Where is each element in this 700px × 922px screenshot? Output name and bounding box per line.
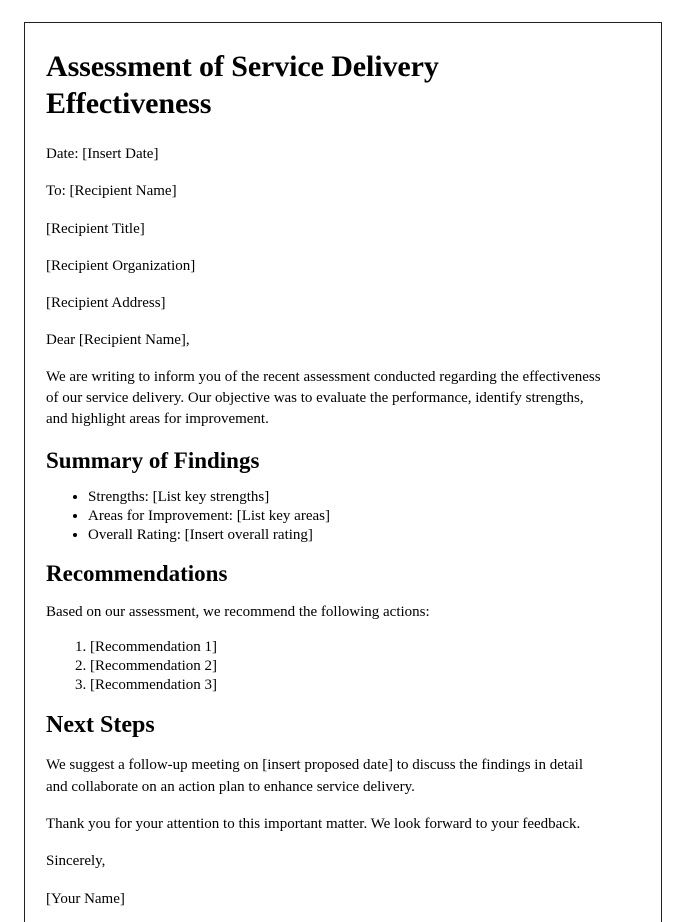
recipient-title: [Recipient Title] bbox=[46, 220, 145, 237]
page-title: Assessment of Service Delivery Effective… bbox=[46, 50, 439, 120]
list-item: [Recommendation 3] bbox=[90, 676, 619, 695]
findings-list: Strengths: [List key strengths] Areas fo… bbox=[46, 488, 619, 544]
recipient-name: To: [Recipient Name] bbox=[46, 183, 177, 200]
next-steps-paragraph: We suggest a follow-up meeting on [inser… bbox=[46, 757, 584, 795]
heading-next-steps: Next Steps bbox=[46, 711, 155, 738]
intro-paragraph: We are writing to inform you of the rece… bbox=[46, 368, 601, 428]
salutation: Dear [Recipient Name], bbox=[46, 332, 190, 349]
signature-name: [Your Name] bbox=[46, 890, 125, 907]
list-item: Overall Rating: [Insert overall rating] bbox=[88, 526, 619, 545]
recipient-organization: [Recipient Organization] bbox=[46, 257, 196, 274]
sign-off: Sincerely, bbox=[46, 853, 106, 870]
list-item: [Recommendation 1] bbox=[90, 638, 619, 657]
heading-recommendations: Recommendations bbox=[46, 561, 228, 587]
list-item: Areas for Improvement: [List key areas] bbox=[88, 507, 619, 526]
recommendations-lead-in: Based on our assessment, we recommend th… bbox=[46, 604, 430, 621]
document-page: Assessment of Service Delivery Effective… bbox=[24, 22, 662, 922]
list-item: [Recommendation 2] bbox=[90, 657, 619, 676]
heading-summary-of-findings: Summary of Findings bbox=[46, 447, 260, 473]
recipient-address: [Recipient Address] bbox=[46, 295, 166, 312]
list-item: Strengths: [List key strengths] bbox=[88, 488, 619, 507]
thank-you-paragraph: Thank you for your attention to this imp… bbox=[46, 815, 581, 832]
letter-date: Date: [Insert Date] bbox=[46, 146, 159, 163]
recommendations-list: [Recommendation 1] [Recommendation 2] [R… bbox=[46, 638, 619, 694]
document-body: Assessment of Service Delivery Effective… bbox=[25, 23, 661, 909]
